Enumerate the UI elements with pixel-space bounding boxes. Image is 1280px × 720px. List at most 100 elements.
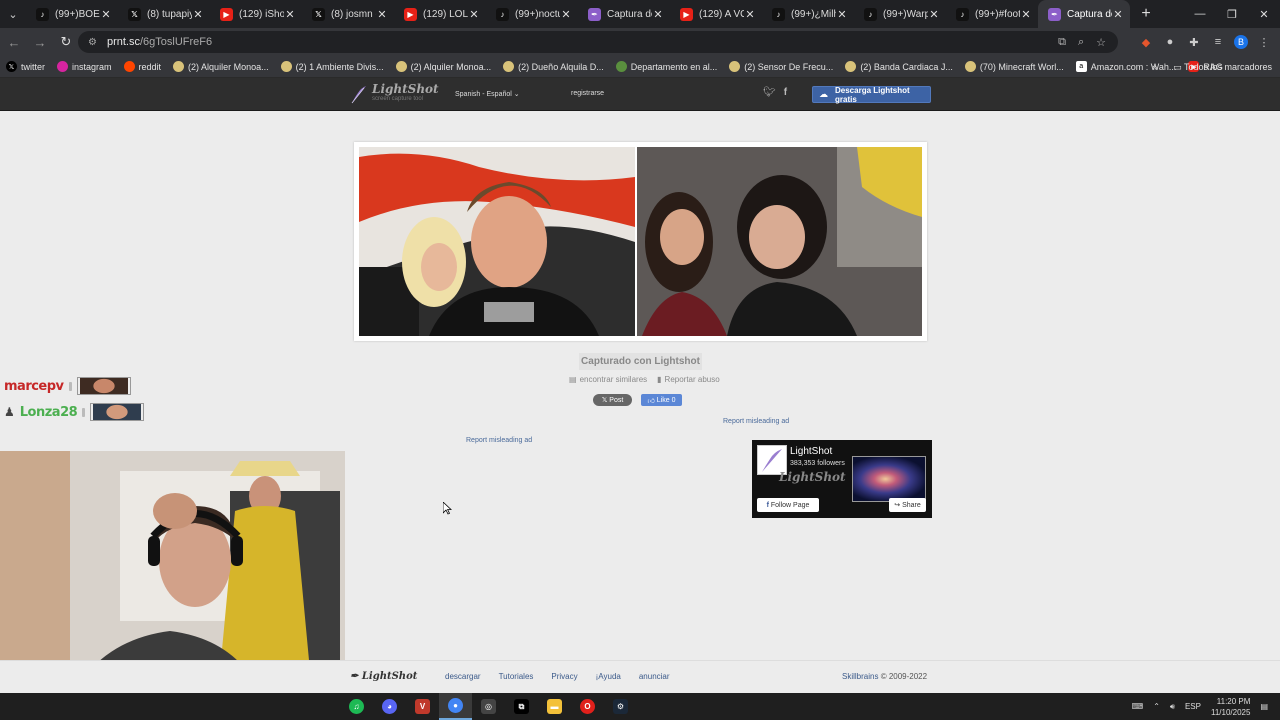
all-bookmarks-button[interactable]: ▭ Todos los marcadores: [1173, 62, 1272, 73]
footer-link-help[interactable]: ¡Ayuda: [596, 672, 621, 681]
close-tab-icon[interactable]: ✕: [284, 8, 296, 21]
browser-tab[interactable]: ▶ (129) iShow✕: [210, 0, 302, 28]
flag-icon: ▮: [657, 375, 662, 384]
close-tab-icon[interactable]: ✕: [192, 8, 204, 21]
footer-link-advertise[interactable]: anunciar: [639, 672, 670, 681]
site-info-icon[interactable]: ⚙: [88, 37, 97, 48]
browser-tab[interactable]: ✒ Captura de ✕: [1038, 0, 1130, 28]
extensions-puzzle-icon[interactable]: ✚: [1186, 36, 1202, 49]
taskbar-app[interactable]: ◎: [472, 693, 505, 720]
browser-tab[interactable]: 𝕏 (8) josmn en✕: [302, 0, 394, 28]
language-selector[interactable]: Spanish - Español ⌄: [455, 90, 520, 98]
screenshot-image[interactable]: [354, 142, 927, 341]
bookmark-item[interactable]: (2) Alquiler Monoa...: [173, 61, 269, 72]
close-tab-icon[interactable]: ✕: [744, 8, 756, 21]
find-similar-link[interactable]: ▤ encontrar similares: [569, 375, 647, 384]
bookmark-item[interactable]: (2) 1 Ambiente Divis...: [280, 61, 384, 72]
footer-link-tutorials[interactable]: Tutoriales: [499, 672, 534, 681]
close-tab-icon[interactable]: ✕: [1020, 8, 1032, 21]
close-tab-icon[interactable]: ✕: [652, 8, 664, 21]
back-button[interactable]: ←: [2, 30, 26, 54]
address-bar[interactable]: ⚙ prnt.sc/6gToslUFreF6 ⧉ ⌕ ☆: [78, 31, 1118, 53]
taskbar-app[interactable]: ⚙: [604, 693, 637, 720]
browser-tab[interactable]: ♪ (99+)#footb✕: [946, 0, 1038, 28]
lightshot-logo[interactable]: LightShot screen capture tool: [350, 83, 439, 104]
share-button[interactable]: ↪ Share: [889, 498, 926, 512]
close-tab-icon[interactable]: ✕: [928, 8, 940, 21]
taskbar-app[interactable]: ♫: [340, 693, 373, 720]
reading-list-icon[interactable]: ≡: [1210, 36, 1226, 48]
x-icon: 𝕏: [128, 7, 141, 21]
close-window-icon[interactable]: ✕: [1248, 0, 1280, 28]
reload-button[interactable]: ↻: [54, 30, 78, 54]
bookmark-item[interactable]: (2) Dueño Alquila D...: [503, 61, 604, 72]
footer-logo[interactable]: ✒︎ LightShot: [350, 671, 417, 682]
bookmark-item[interactable]: (2) Sensor De Frecu...: [729, 61, 833, 72]
close-tab-icon[interactable]: ✕: [100, 8, 112, 21]
register-link[interactable]: registrarse: [571, 90, 604, 97]
close-tab-icon[interactable]: ✕: [468, 8, 480, 21]
tab-title: (8) tupapiyc: [147, 8, 192, 20]
show-hidden-icons-icon[interactable]: ⌃: [1153, 702, 1160, 711]
close-tab-icon[interactable]: ✕: [560, 8, 572, 21]
browser-menu-icon[interactable]: ⋮: [1256, 36, 1272, 49]
report-misleading-ad-link[interactable]: Report misleading ad: [723, 418, 789, 425]
download-button[interactable]: ☁ Descarga Lightshot gratis: [812, 86, 931, 104]
bookmark-item[interactable]: reddit: [123, 61, 161, 72]
browser-tab[interactable]: ♪ (99+)noctu ✕: [486, 0, 578, 28]
browser-tab[interactable]: ♪ (99+)BOEEE✕: [26, 0, 118, 28]
restore-icon[interactable]: ❐: [1216, 0, 1248, 28]
close-tab-icon[interactable]: ✕: [836, 8, 848, 21]
bookmark-item[interactable]: Departamento en al...: [615, 61, 717, 72]
minimize-icon[interactable]: —: [1184, 0, 1216, 28]
skillbrains-link[interactable]: Skillbrains: [842, 672, 878, 681]
taskbar-app[interactable]: V: [406, 693, 439, 720]
bookmark-item[interactable]: (2) Banda Cardiaca J...: [845, 61, 953, 72]
forward-button[interactable]: →: [28, 30, 52, 54]
report-abuse-link[interactable]: ▮ Reportar abuso: [657, 375, 720, 384]
install-app-icon[interactable]: ⧉: [1058, 36, 1066, 49]
browser-tab[interactable]: ▶ (129) LOLO,✕: [394, 0, 486, 28]
new-tab-button[interactable]: +: [1134, 5, 1158, 23]
close-tab-icon[interactable]: ✕: [1112, 8, 1124, 21]
bookmark-item[interactable]: (2) Alquiler Monoa...: [395, 61, 491, 72]
keyboard-icon[interactable]: ⌨: [1132, 702, 1144, 711]
taskbar-app[interactable]: O: [571, 693, 604, 720]
notifications-icon[interactable]: ▤: [1260, 702, 1268, 711]
volume-icon[interactable]: 🔊︎: [1170, 702, 1175, 712]
facebook-like-button[interactable]: 👍︎ Like 0: [641, 394, 682, 406]
chrome-icon: ●: [448, 698, 463, 713]
taskbar-app[interactable]: ●: [439, 693, 472, 720]
browser-tab[interactable]: ♪ (99+)¿Milho✕: [762, 0, 854, 28]
extension-puzzle-alt-icon[interactable]: ●: [1162, 36, 1178, 48]
footer-link-privacy[interactable]: Privacy: [551, 672, 577, 681]
extension-icon[interactable]: ◆: [1138, 36, 1154, 49]
facebook-icon[interactable]: f: [784, 87, 787, 98]
follow-page-button[interactable]: f Follow Page: [757, 498, 819, 512]
zoom-icon[interactable]: ⌕: [1078, 36, 1084, 49]
footer-link-download[interactable]: descargar: [445, 672, 481, 681]
browser-tab[interactable]: ✒ Captura de ✕: [578, 0, 670, 28]
browser-tab[interactable]: ♪ (99+)Warpi ✕: [854, 0, 946, 28]
report-misleading-ad-link[interactable]: Report misleading ad: [466, 437, 532, 444]
x-post-button[interactable]: 𝕏 Post: [593, 394, 632, 406]
taskbar-app[interactable]: ⧉: [505, 693, 538, 720]
input-language[interactable]: ESP: [1185, 702, 1201, 711]
bookmark-item[interactable]: (70) Minecraft Worl...: [964, 61, 1064, 72]
bookmark-item[interactable]: 𝕏twitter: [6, 61, 45, 72]
clock[interactable]: 11:20 PM 11/10/2025: [1211, 696, 1250, 718]
twitter-icon[interactable]: 🐦︎: [763, 87, 776, 98]
taskbar-app[interactable]: ▬: [538, 693, 571, 720]
browser-tab[interactable]: ▶ (129) A VOS✕: [670, 0, 762, 28]
profile-avatar[interactable]: B: [1234, 35, 1248, 49]
tab-search-menu[interactable]: ⌄: [0, 0, 26, 28]
steam-icon: ⚙: [613, 699, 628, 714]
facebook-page-name[interactable]: LightShot: [790, 446, 832, 457]
bookmark-item[interactable]: instagram: [57, 61, 112, 72]
taskbar-app[interactable]: ◕: [373, 693, 406, 720]
more-bookmarks-button[interactable]: »: [1152, 62, 1157, 72]
browser-tab[interactable]: 𝕏 (8) tupapiyc✕: [118, 0, 210, 28]
bookmark-star-icon[interactable]: ☆: [1096, 36, 1106, 49]
close-tab-icon[interactable]: ✕: [376, 8, 388, 21]
screenshot-right-panel: [637, 147, 922, 336]
